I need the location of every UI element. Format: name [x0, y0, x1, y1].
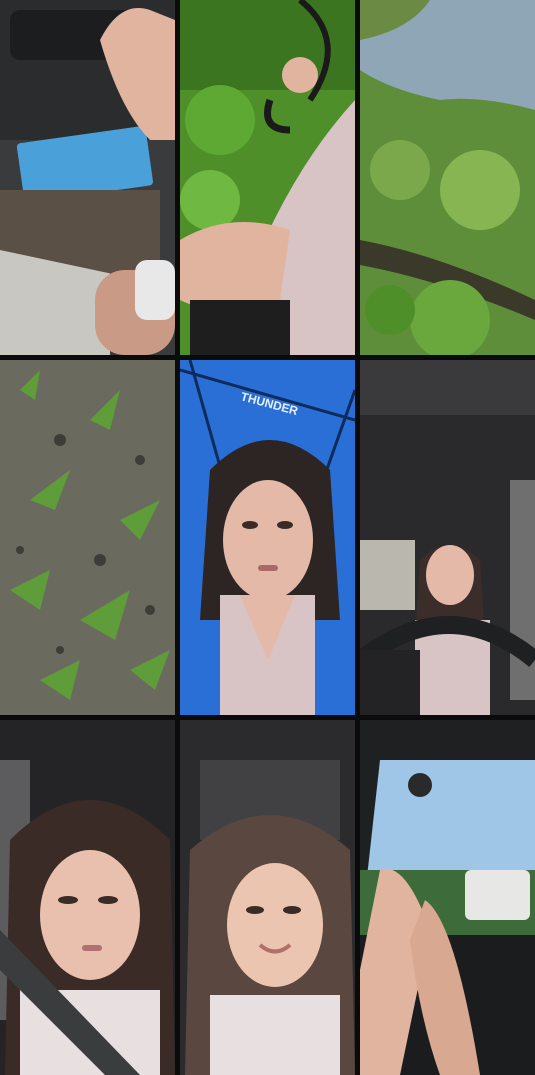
photo-tile-grass-stream[interactable]	[360, 0, 535, 355]
driver-seat-scene	[360, 360, 535, 715]
car-door-scene	[0, 0, 175, 355]
photo-collage: THUNDER	[0, 0, 535, 1075]
grass-stream-scene	[360, 0, 535, 355]
photo-tile-umbrella-selfie[interactable]: THUNDER	[180, 360, 355, 715]
photo-tile-grass-gravel[interactable]	[0, 360, 175, 715]
smiling-selfie-scene	[180, 720, 355, 1075]
photo-tile-driver-seat[interactable]	[360, 360, 535, 715]
photo-tile-umbrella-greenery[interactable]	[180, 0, 355, 355]
feet-dashboard-scene	[360, 720, 535, 1075]
grass-gravel-scene	[0, 360, 175, 715]
photo-tile-car-door[interactable]	[0, 0, 175, 355]
umbrella-greenery-scene	[180, 0, 355, 355]
umbrella-selfie-scene: THUNDER	[180, 360, 355, 715]
photo-tile-seatbelt-selfie[interactable]	[0, 720, 175, 1075]
seatbelt-selfie-scene	[0, 720, 175, 1075]
photo-tile-smiling-selfie[interactable]	[180, 720, 355, 1075]
photo-tile-feet-dashboard[interactable]	[360, 720, 535, 1075]
